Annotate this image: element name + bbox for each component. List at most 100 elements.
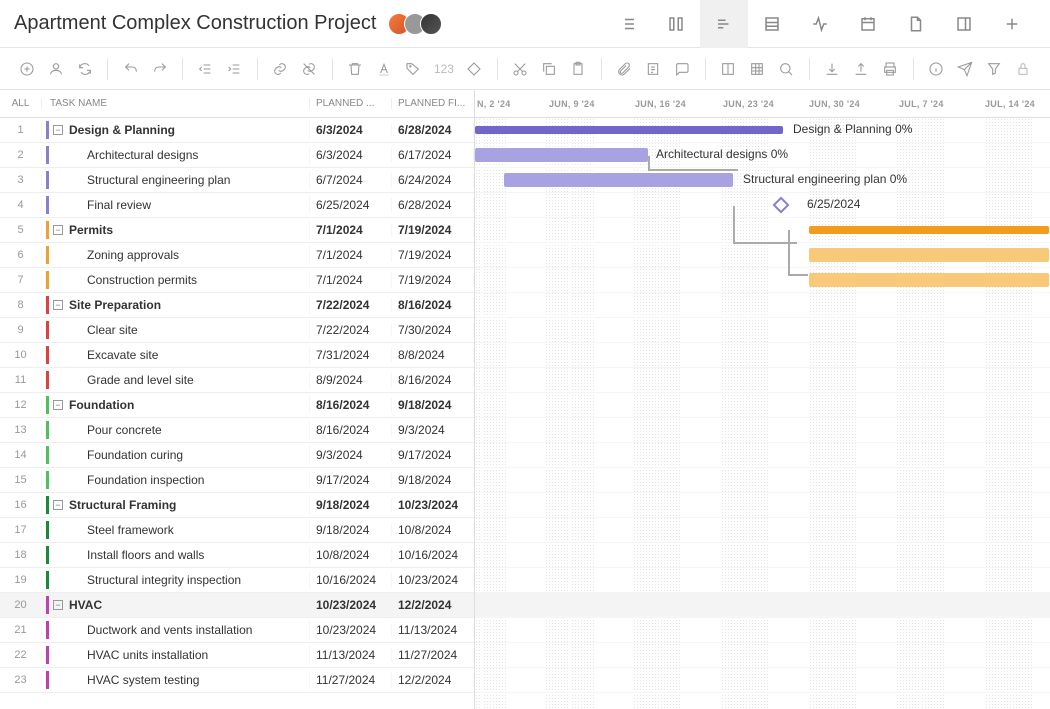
gantt-row[interactable] xyxy=(475,293,1050,318)
board-view-button[interactable] xyxy=(652,0,700,48)
table-row[interactable]: 23 HVAC system testing 11/27/2024 12/2/2… xyxy=(0,668,474,693)
info-button[interactable] xyxy=(924,55,949,83)
attach-button[interactable] xyxy=(612,55,637,83)
table-row[interactable]: 15 Foundation inspection 9/17/2024 9/18/… xyxy=(0,468,474,493)
collapse-icon[interactable]: − xyxy=(53,300,63,310)
gantt-row[interactable] xyxy=(475,643,1050,668)
col-header-finish[interactable]: PLANNED FI... xyxy=(392,98,474,109)
gantt-bar[interactable] xyxy=(809,273,1049,287)
zoom-button[interactable] xyxy=(774,55,799,83)
upload-button[interactable] xyxy=(849,55,874,83)
gantt-row[interactable] xyxy=(475,393,1050,418)
gantt-bar[interactable] xyxy=(475,148,648,162)
add-task-button[interactable] xyxy=(14,55,39,83)
note-button[interactable] xyxy=(641,55,666,83)
download-button[interactable] xyxy=(820,55,845,83)
table-row[interactable]: 9 Clear site 7/22/2024 7/30/2024 xyxy=(0,318,474,343)
gantt-row[interactable] xyxy=(475,318,1050,343)
gantt-row[interactable] xyxy=(475,218,1050,243)
gantt-row[interactable] xyxy=(475,668,1050,693)
gantt-bar[interactable] xyxy=(809,226,1049,234)
gantt-row[interactable] xyxy=(475,593,1050,618)
col-header-all[interactable]: ALL xyxy=(0,98,42,109)
diamond-milestone-button[interactable] xyxy=(462,55,487,83)
columns-button[interactable] xyxy=(716,55,741,83)
gantt-row[interactable]: Architectural designs 0% xyxy=(475,143,1050,168)
table-row[interactable]: 17 Steel framework 9/18/2024 10/8/2024 xyxy=(0,518,474,543)
col-header-start[interactable]: PLANNED ... xyxy=(310,98,392,109)
gantt-row[interactable] xyxy=(475,518,1050,543)
table-row[interactable]: 7 Construction permits 7/1/2024 7/19/202… xyxy=(0,268,474,293)
table-row[interactable]: 11 Grade and level site 8/9/2024 8/16/20… xyxy=(0,368,474,393)
send-button[interactable] xyxy=(953,55,978,83)
redo-button[interactable] xyxy=(147,55,172,83)
table-row[interactable]: 10 Excavate site 7/31/2024 8/8/2024 xyxy=(0,343,474,368)
gantt-row[interactable]: Structural engineering plan 0% xyxy=(475,168,1050,193)
gantt-row[interactable] xyxy=(475,268,1050,293)
paste-button[interactable] xyxy=(566,55,591,83)
table-row[interactable]: 12 −Foundation 8/16/2024 9/18/2024 xyxy=(0,393,474,418)
table-row[interactable]: 4 Final review 6/25/2024 6/28/2024 xyxy=(0,193,474,218)
gantt-row[interactable] xyxy=(475,443,1050,468)
collapse-icon[interactable]: − xyxy=(53,400,63,410)
outdent-button[interactable] xyxy=(193,55,218,83)
avatar[interactable] xyxy=(420,13,442,35)
gantt-row[interactable] xyxy=(475,618,1050,643)
comment-button[interactable] xyxy=(670,55,695,83)
cut-button[interactable] xyxy=(508,55,533,83)
text-color-button[interactable] xyxy=(372,55,397,83)
sync-button[interactable] xyxy=(72,55,97,83)
gantt-row[interactable]: Design & Planning 0% xyxy=(475,118,1050,143)
activity-view-button[interactable] xyxy=(796,0,844,48)
link-button[interactable] xyxy=(268,55,293,83)
gantt-bar[interactable] xyxy=(504,173,733,187)
grid-button[interactable] xyxy=(745,55,770,83)
tag-button[interactable] xyxy=(401,55,426,83)
table-row[interactable]: 21 Ductwork and vents installation 10/23… xyxy=(0,618,474,643)
collapse-icon[interactable]: − xyxy=(53,125,63,135)
gantt-row[interactable]: 6/25/2024 xyxy=(475,193,1050,218)
col-header-name[interactable]: TASK NAME xyxy=(42,98,310,109)
table-row[interactable]: 22 HVAC units installation 11/13/2024 11… xyxy=(0,643,474,668)
calendar-view-button[interactable] xyxy=(844,0,892,48)
gantt-view-button[interactable] xyxy=(700,0,748,48)
table-row[interactable]: 6 Zoning approvals 7/1/2024 7/19/2024 xyxy=(0,243,474,268)
gantt-row[interactable] xyxy=(475,493,1050,518)
gantt-chart[interactable]: N, 2 '24JUN, 9 '24JUN, 16 '24JUN, 23 '24… xyxy=(475,90,1050,709)
table-row[interactable]: 13 Pour concrete 8/16/2024 9/3/2024 xyxy=(0,418,474,443)
print-button[interactable] xyxy=(878,55,903,83)
gantt-row[interactable] xyxy=(475,568,1050,593)
panel-view-button[interactable] xyxy=(940,0,988,48)
table-row[interactable]: 16 −Structural Framing 9/18/2024 10/23/2… xyxy=(0,493,474,518)
gantt-row[interactable] xyxy=(475,543,1050,568)
gantt-row[interactable] xyxy=(475,468,1050,493)
table-row[interactable]: 8 −Site Preparation 7/22/2024 8/16/2024 xyxy=(0,293,474,318)
table-row[interactable]: 19 Structural integrity inspection 10/16… xyxy=(0,568,474,593)
table-row[interactable]: 2 Architectural designs 6/3/2024 6/17/20… xyxy=(0,143,474,168)
gantt-row[interactable] xyxy=(475,243,1050,268)
gantt-row[interactable] xyxy=(475,368,1050,393)
milestone-marker[interactable] xyxy=(773,197,790,214)
undo-button[interactable] xyxy=(118,55,143,83)
table-row[interactable]: 3 Structural engineering plan 6/7/2024 6… xyxy=(0,168,474,193)
delete-button[interactable] xyxy=(343,55,368,83)
collapse-icon[interactable]: − xyxy=(53,500,63,510)
collapse-icon[interactable]: − xyxy=(53,600,63,610)
table-row[interactable]: 18 Install floors and walls 10/8/2024 10… xyxy=(0,543,474,568)
document-view-button[interactable] xyxy=(892,0,940,48)
gantt-row[interactable] xyxy=(475,418,1050,443)
gantt-bar[interactable] xyxy=(475,126,783,134)
filter-button[interactable] xyxy=(982,55,1007,83)
copy-button[interactable] xyxy=(537,55,562,83)
add-view-button[interactable] xyxy=(988,0,1036,48)
gantt-bar[interactable] xyxy=(809,248,1049,262)
table-row[interactable]: 5 −Permits 7/1/2024 7/19/2024 xyxy=(0,218,474,243)
unlink-button[interactable] xyxy=(297,55,322,83)
collapse-icon[interactable]: − xyxy=(53,225,63,235)
gantt-row[interactable] xyxy=(475,343,1050,368)
indent-button[interactable] xyxy=(222,55,247,83)
assign-button[interactable] xyxy=(43,55,68,83)
list-view-button[interactable] xyxy=(604,0,652,48)
avatar-group[interactable] xyxy=(394,13,442,35)
table-row[interactable]: 1 −Design & Planning 6/3/2024 6/28/2024 xyxy=(0,118,474,143)
